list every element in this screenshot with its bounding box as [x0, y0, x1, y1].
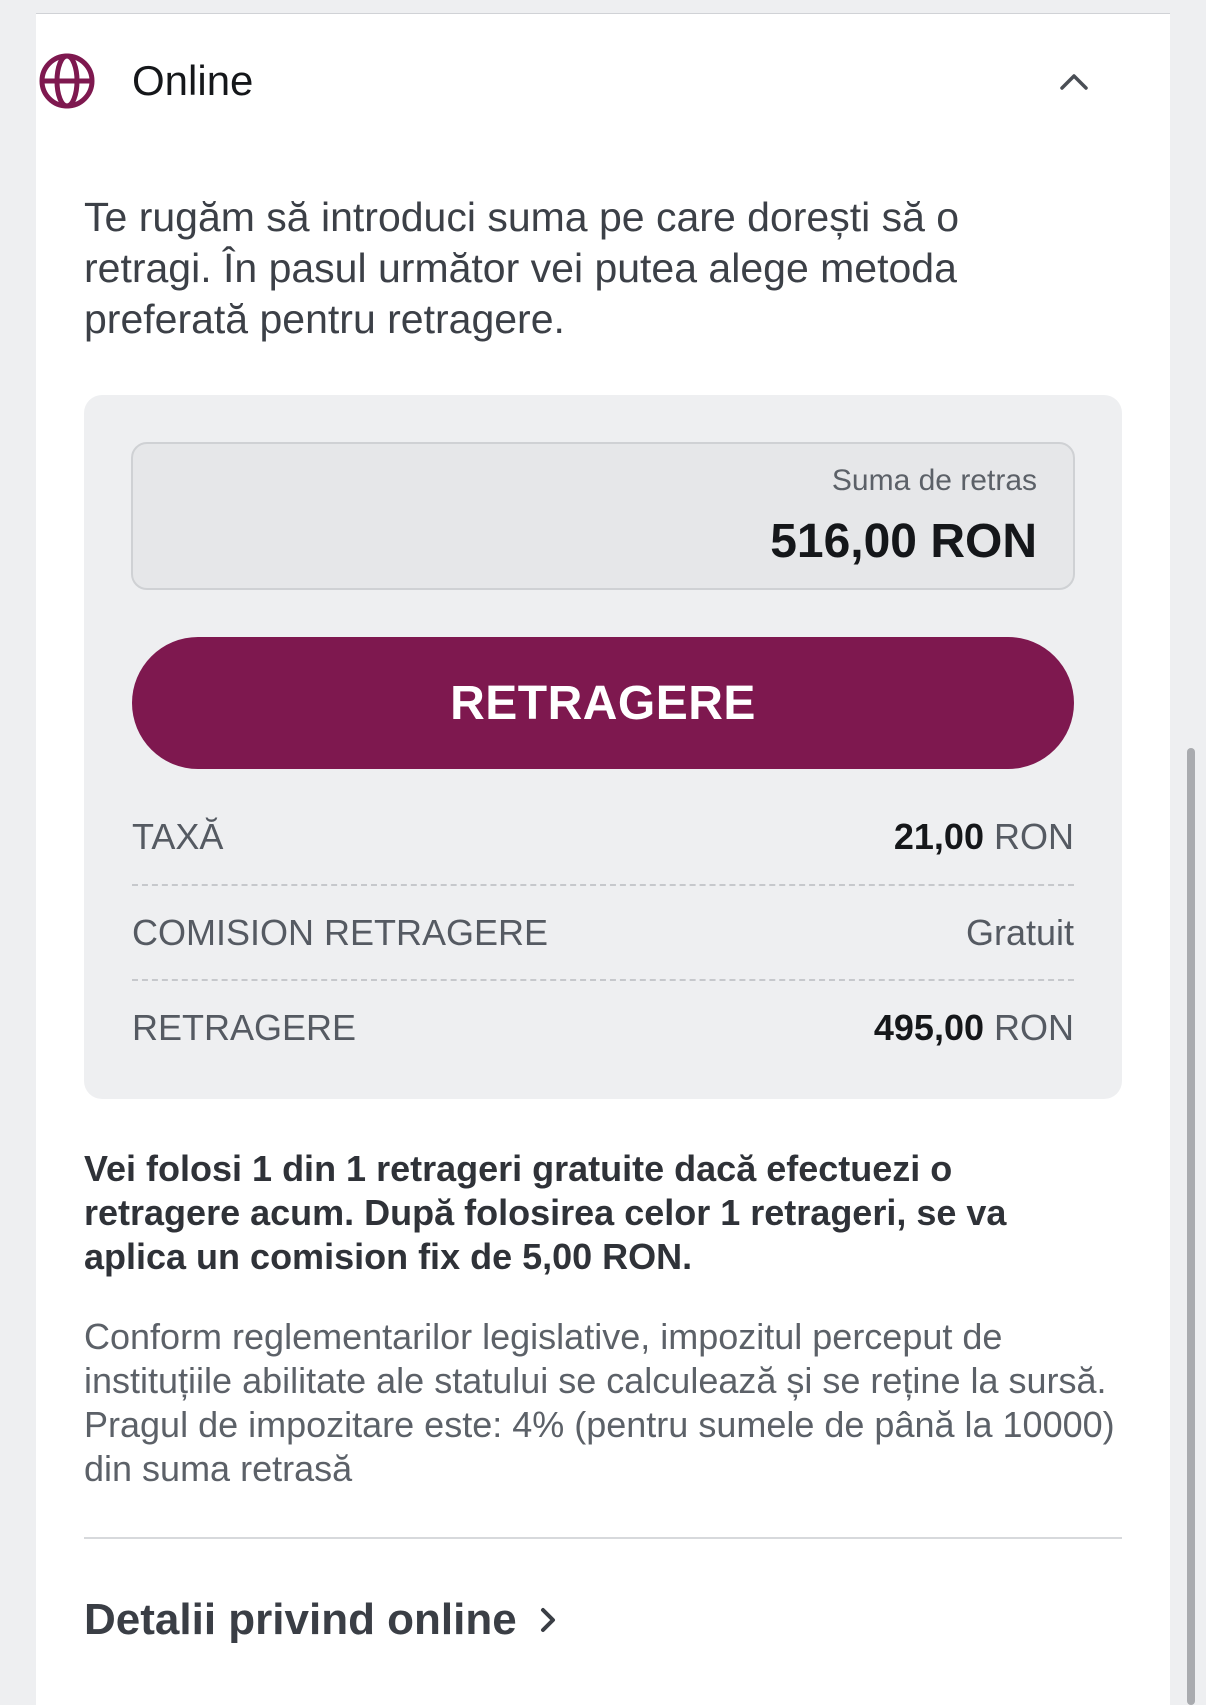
summary-value: 495,00 RON	[873, 1006, 1074, 1048]
intro-text: Te rugăm să introduci suma pe care doreș…	[84, 194, 960, 342]
chevron-right-icon	[539, 1606, 557, 1634]
summary-label: TAXĂ	[132, 815, 224, 857]
amount-label: Suma de retras	[831, 464, 1037, 497]
summary-list: TAXĂ 21,00 RON COMISION RETRAGERE Gratui…	[132, 789, 1074, 1074]
amount-input[interactable]: Suma de retras 516,00 RON	[131, 442, 1075, 590]
summary-row-withdrawal: RETRAGERE 495,00 RON	[132, 979, 1074, 1074]
globe-icon	[36, 50, 98, 112]
divider	[84, 1537, 1122, 1539]
summary-label: RETRAGERE	[132, 1006, 357, 1048]
summary-value: Gratuit	[965, 911, 1074, 953]
tax-legal-note: Conform reglementarilor legislative, imp…	[84, 1316, 1115, 1489]
free-withdrawals-note: Vei folosi 1 din 1 retrageri gratuite da…	[84, 1148, 1007, 1277]
details-link-label: Detalii privind online	[84, 1595, 517, 1644]
withdraw-button[interactable]: RETRAGERE	[132, 637, 1074, 769]
summary-row-fee: TAXĂ 21,00 RON	[132, 789, 1074, 884]
withdraw-card: Suma de retras 516,00 RON RETRAGERE TAXĂ…	[84, 395, 1122, 1099]
summary-row-commission: COMISION RETRAGERE Gratuit	[132, 884, 1074, 979]
online-section-header[interactable]: Online	[36, 40, 1098, 122]
online-details-link[interactable]: Detalii privind online	[84, 1595, 557, 1645]
summary-label: COMISION RETRAGERE	[132, 911, 549, 953]
chevron-up-icon[interactable]	[1050, 57, 1098, 105]
section-title: Online	[132, 57, 254, 104]
summary-value: 21,00 RON	[893, 815, 1074, 857]
scrollbar[interactable]	[1187, 748, 1195, 1705]
amount-value[interactable]: 516,00 RON	[770, 514, 1037, 569]
